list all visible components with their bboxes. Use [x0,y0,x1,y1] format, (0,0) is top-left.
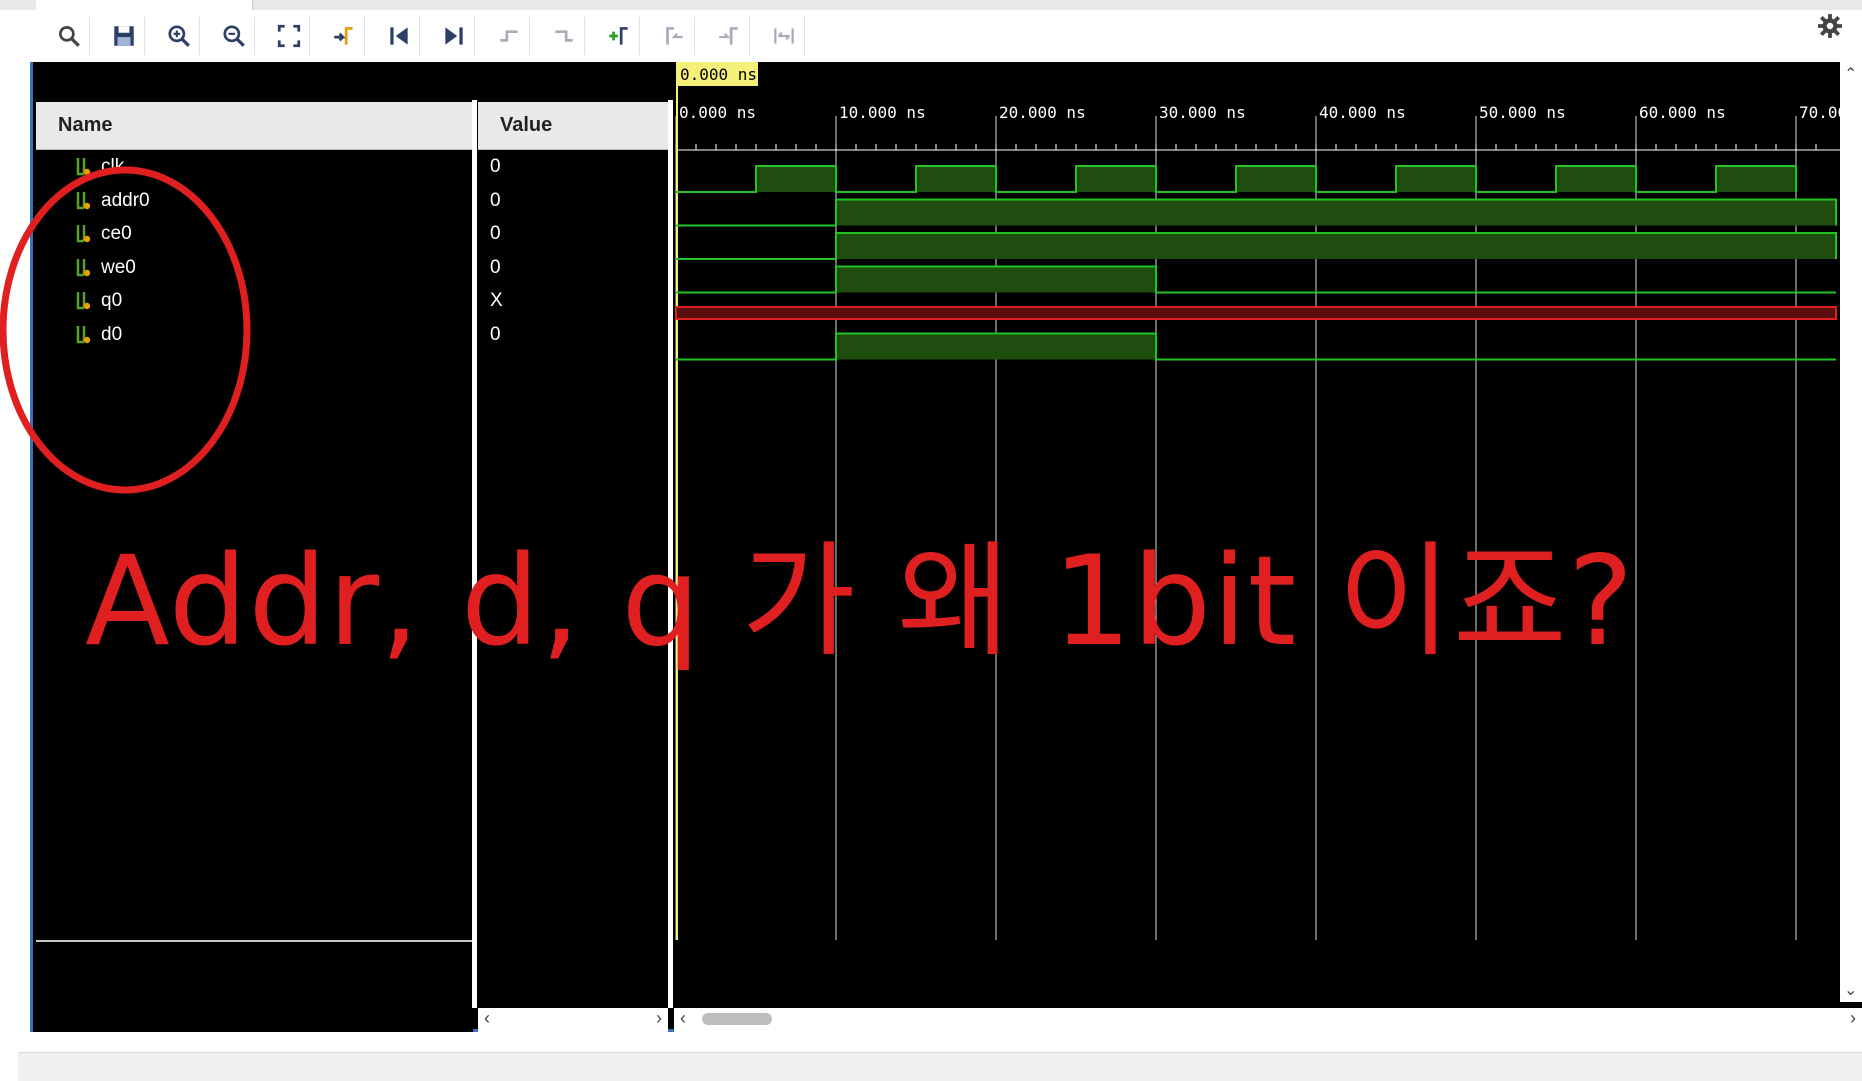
addr0-high-region [836,199,1836,226]
scroll-down-arrow-icon[interactable]: ⌄ [1844,980,1857,1000]
zoom-fit-button[interactable] [268,17,310,55]
signal-name-label: we0 [101,256,136,278]
zoom-in-icon [167,25,190,47]
save-button[interactable] [103,17,145,55]
tick-label: 10.000 ns [839,103,926,122]
settings-button[interactable] [1814,10,1846,42]
swap-cursors-icon [773,28,794,44]
signal-name-q0[interactable]: q0 [75,286,122,316]
zoom-out-button[interactable] [213,17,255,55]
signal-name-label: d0 [101,323,123,345]
name-panel-separator [36,940,472,942]
scroll-left-arrow-icon[interactable]: ‹ [484,1008,490,1029]
tick-label: 0.000 ns [679,103,756,122]
go-to-cursor-button[interactable] [323,17,365,55]
zoom-in-button[interactable] [158,17,200,55]
go-to-end-icon [444,27,463,45]
cursor-label: 0.000 ns [680,65,757,84]
zoom-out-icon [222,25,245,47]
signal-value-we0: 0 [490,256,501,278]
signal-name-label: q0 [101,290,123,311]
next-marker-button[interactable] [708,17,750,55]
signal-bit-icon [76,292,91,310]
go-to-start-icon [389,27,408,45]
go-to-start-button[interactable] [378,17,420,55]
d0-high-region [836,333,1156,360]
value-column-header[interactable]: Value [478,102,668,150]
signal-name-d0[interactable]: d0 [75,320,122,350]
clk-high-pulse [1076,166,1156,192]
active-tab[interactable] [36,0,253,10]
scroll-right-arrow-icon[interactable]: › [1850,1008,1856,1029]
previous-marker-button[interactable] [653,17,695,55]
add-marker-icon [608,27,628,45]
q0-unknown-waveform [675,306,1837,320]
window-tab-strip [0,0,1862,10]
clk-high-pulse [1236,166,1316,192]
signal-bit-icon [76,225,91,243]
previous-transition-icon [499,30,518,42]
signal-name-label: clk [101,156,125,177]
signal-value-clk: 0 [490,156,501,177]
signal-name-label: ce0 [101,223,132,244]
search-button[interactable] [48,17,90,55]
scroll-thumb[interactable] [702,1013,772,1025]
signal-bit-icon [76,325,91,343]
status-strip [18,1052,1862,1081]
clk-high-pulse [1716,166,1796,192]
signal-name-we0[interactable]: we0 [75,253,136,283]
search-icon [58,25,80,47]
zoom-fit-icon [277,24,300,48]
annotation-text: Addr, d, q 가 왜 1bit 이죠? [85,530,1635,674]
clk-high-pulse [756,166,836,192]
next-transition-button[interactable] [543,17,585,55]
go-to-cursor-icon [333,27,353,45]
scroll-right-arrow-icon[interactable]: › [656,1008,662,1029]
waveform-toolbar [36,10,1862,63]
next-marker-icon [718,27,738,45]
signal-bit-icon [76,258,91,276]
name-column-header[interactable]: Name [36,102,472,150]
gear-icon [1818,14,1842,38]
signal-value-ce0: 0 [490,223,501,244]
value-hscrollbar[interactable]: ‹ › [478,1008,668,1032]
signal-bit-icon [76,158,91,176]
signal-value-d0: 0 [490,323,501,345]
wave-vscrollbar[interactable]: ⌃ ⌄ [1840,62,1862,1002]
tick-label: 40.000 ns [1319,103,1406,122]
signal-value-q0: X [490,290,503,311]
tick-label: 50.000 ns [1479,103,1566,122]
signal-bit-icon [76,191,91,209]
clk-high-pulse [1396,166,1476,192]
save-icon [113,26,134,46]
add-marker-button[interactable] [598,17,640,55]
signal-value-addr0: 0 [490,189,501,211]
tick-label: 60.000 ns [1639,103,1726,122]
next-transition-icon [554,30,573,42]
we0-high-region [836,266,1156,293]
signal-name-label: addr0 [101,189,150,211]
wave-hscrollbar[interactable]: ‹ › [674,1008,1862,1032]
tick-label: 30.000 ns [1159,103,1246,122]
signal-name-ce0[interactable]: ce0 [75,219,132,249]
previous-marker-icon [665,27,683,45]
signal-name-clk[interactable]: clk [75,152,124,182]
clk-high-pulse [1556,166,1636,192]
scroll-left-arrow-icon[interactable]: ‹ [680,1008,686,1029]
ce0-high-region [836,233,1836,259]
signal-name-addr0[interactable]: addr0 [75,186,150,216]
previous-transition-button[interactable] [488,17,530,55]
scroll-up-arrow-icon[interactable]: ⌃ [1844,64,1857,84]
swap-cursors-button[interactable] [763,17,805,55]
tick-label: 20.000 ns [999,103,1086,122]
clk-high-pulse [916,166,996,192]
go-to-end-button[interactable] [433,17,475,55]
